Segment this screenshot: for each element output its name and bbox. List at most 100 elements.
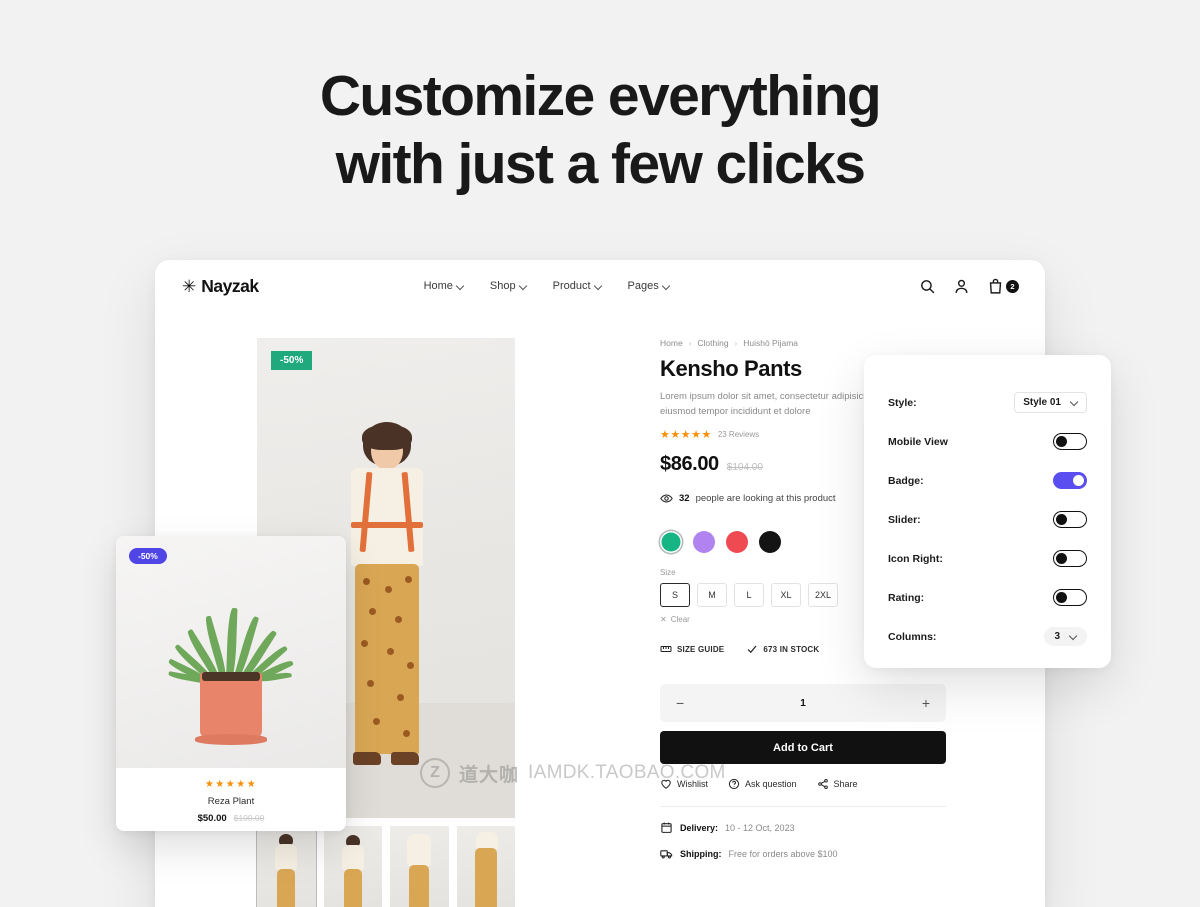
- discount-badge: -50%: [271, 351, 313, 370]
- site-header: ✳ Nayzak Home Shop Product Pages 2: [155, 260, 1045, 312]
- ask-question-button[interactable]: Ask question: [728, 778, 797, 790]
- share-label: Share: [833, 779, 858, 789]
- floating-card-prices: $50.00 $100.00: [116, 813, 346, 824]
- columns-select-value: 3: [1054, 631, 1060, 642]
- page-title: Customize everything with just a few cli…: [0, 62, 1200, 198]
- breadcrumb-item-clothing[interactable]: Clothing: [697, 338, 728, 348]
- search-icon[interactable]: [919, 278, 936, 295]
- color-swatch-black[interactable]: [759, 531, 781, 553]
- chevron-down-icon: [595, 283, 602, 290]
- panel-row-icon-right: Icon Right:: [888, 539, 1087, 578]
- columns-select[interactable]: 3: [1044, 627, 1087, 646]
- quantity-value[interactable]: 1: [800, 698, 806, 709]
- panel-row-mobile-view: Mobile View: [888, 422, 1087, 461]
- panel-label-rating: Rating:: [888, 591, 925, 604]
- thumbnail-4[interactable]: [456, 826, 515, 907]
- reviews-count[interactable]: 23 Reviews: [718, 430, 759, 439]
- nav-item-product[interactable]: Product: [553, 280, 602, 292]
- eye-icon: [660, 494, 673, 503]
- size-guide-button[interactable]: SIZE GUIDE: [660, 643, 724, 655]
- headline-line-2: with just a few clicks: [335, 132, 866, 196]
- breadcrumb-item-home[interactable]: Home: [660, 338, 683, 348]
- stock-label: 673 IN STOCK: [763, 644, 820, 654]
- close-icon: ✕: [660, 615, 667, 624]
- quantity-stepper: − 1 +: [660, 684, 946, 722]
- shipping-label: Shipping:: [680, 848, 722, 859]
- thumbnail-3[interactable]: [390, 826, 449, 907]
- color-swatch-green[interactable]: [660, 531, 682, 553]
- share-button[interactable]: Share: [817, 778, 858, 790]
- size-option-2xl[interactable]: 2XL: [808, 583, 838, 607]
- calendar-icon: [661, 822, 672, 833]
- wishlist-label: Wishlist: [677, 779, 708, 789]
- slider-toggle[interactable]: [1053, 511, 1087, 528]
- badge-toggle[interactable]: [1053, 472, 1087, 489]
- floating-card-body: ★★★★★ Reza Plant $50.00 $100.00: [116, 768, 346, 824]
- delivery-info: Delivery: 10 - 12 Oct, 2023 Shipping: Fr…: [660, 821, 950, 860]
- panel-row-slider: Slider:: [888, 500, 1087, 539]
- panel-label-slider: Slider:: [888, 513, 921, 526]
- floating-product-card[interactable]: -50% ★★★★★ Reza Plant $50.00 $100.00: [116, 536, 346, 831]
- color-swatch-red[interactable]: [726, 531, 748, 553]
- cart-button[interactable]: 2: [987, 278, 1019, 295]
- panel-row-columns: Columns: 3: [888, 617, 1087, 656]
- customizer-panel: Style: Style 01 Mobile View Badge: Slide…: [864, 355, 1111, 668]
- logo-text: Nayzak: [201, 275, 259, 296]
- chevron-down-icon: [663, 283, 670, 290]
- quantity-increase-button[interactable]: +: [922, 696, 930, 710]
- stock-status: 673 IN STOCK: [746, 643, 819, 655]
- asterisk-icon: ✳: [182, 276, 197, 296]
- size-option-s[interactable]: S: [660, 583, 690, 607]
- page-root: Customize everything with just a few cli…: [0, 0, 1200, 907]
- logo[interactable]: ✳ Nayzak: [182, 276, 259, 297]
- shipping-value: Free for orders above $100: [728, 848, 838, 859]
- share-icon: [817, 778, 828, 790]
- thumbnail-1[interactable]: [256, 825, 317, 907]
- color-swatch-purple[interactable]: [693, 531, 715, 553]
- thumbnail-2[interactable]: [323, 826, 382, 907]
- panel-label-icon-right: Icon Right:: [888, 552, 943, 565]
- thumbnail-strip: [256, 825, 515, 907]
- mobile-view-toggle[interactable]: [1053, 433, 1087, 450]
- panel-label-columns: Columns:: [888, 630, 937, 643]
- chevron-down-icon: [1071, 399, 1078, 406]
- style-select[interactable]: Style 01: [1014, 392, 1087, 413]
- delivery-label: Delivery:: [680, 822, 719, 833]
- question-icon: [728, 778, 740, 790]
- size-option-xl[interactable]: XL: [771, 583, 801, 607]
- delivery-value: 10 - 12 Oct, 2023: [725, 822, 795, 833]
- viewers-count: 32: [679, 493, 690, 504]
- style-select-value: Style 01: [1023, 397, 1061, 408]
- clear-label: Clear: [670, 615, 690, 624]
- add-to-cart-button[interactable]: Add to Cart: [660, 731, 946, 764]
- icon-right-toggle[interactable]: [1053, 550, 1087, 567]
- header-icons: 2: [919, 278, 1019, 295]
- rating-toggle[interactable]: [1053, 589, 1087, 606]
- chevron-down-icon: [1070, 633, 1077, 640]
- product-description: Lorem ipsum dolor sit amet, consectetur …: [660, 391, 876, 417]
- nav-item-home[interactable]: Home: [424, 280, 464, 292]
- delivery-row: Delivery: 10 - 12 Oct, 2023: [660, 821, 950, 834]
- size-option-l[interactable]: L: [734, 583, 764, 607]
- breadcrumb-item-current: Huishō Pijama: [743, 338, 799, 348]
- shipping-row: Shipping: Free for orders above $100: [660, 847, 950, 860]
- quantity-decrease-button[interactable]: −: [676, 696, 684, 710]
- nav-label: Product: [552, 280, 591, 292]
- wishlist-button[interactable]: Wishlist: [660, 778, 708, 790]
- nav-item-shop[interactable]: Shop: [490, 280, 527, 292]
- product-action-links: Wishlist Ask question Share: [660, 778, 950, 790]
- heart-icon: [661, 779, 671, 789]
- floating-card-stars: ★★★★★: [204, 779, 258, 790]
- panel-label-badge: Badge:: [888, 474, 924, 487]
- floating-card-discount-badge: -50%: [129, 548, 167, 564]
- breadcrumb: Home › Clothing › Huishō Pijama: [660, 338, 950, 348]
- nav-label: Pages: [627, 280, 659, 292]
- star-rating-icon: ★★★★★: [660, 429, 712, 441]
- user-icon[interactable]: [953, 278, 970, 295]
- floating-card-title: Reza Plant: [207, 796, 255, 807]
- panel-row-badge: Badge:: [888, 461, 1087, 500]
- ruler-icon: [660, 646, 672, 652]
- nav-item-pages[interactable]: Pages: [628, 280, 670, 292]
- breadcrumb-sep: ›: [734, 338, 738, 348]
- size-option-m[interactable]: M: [697, 583, 727, 607]
